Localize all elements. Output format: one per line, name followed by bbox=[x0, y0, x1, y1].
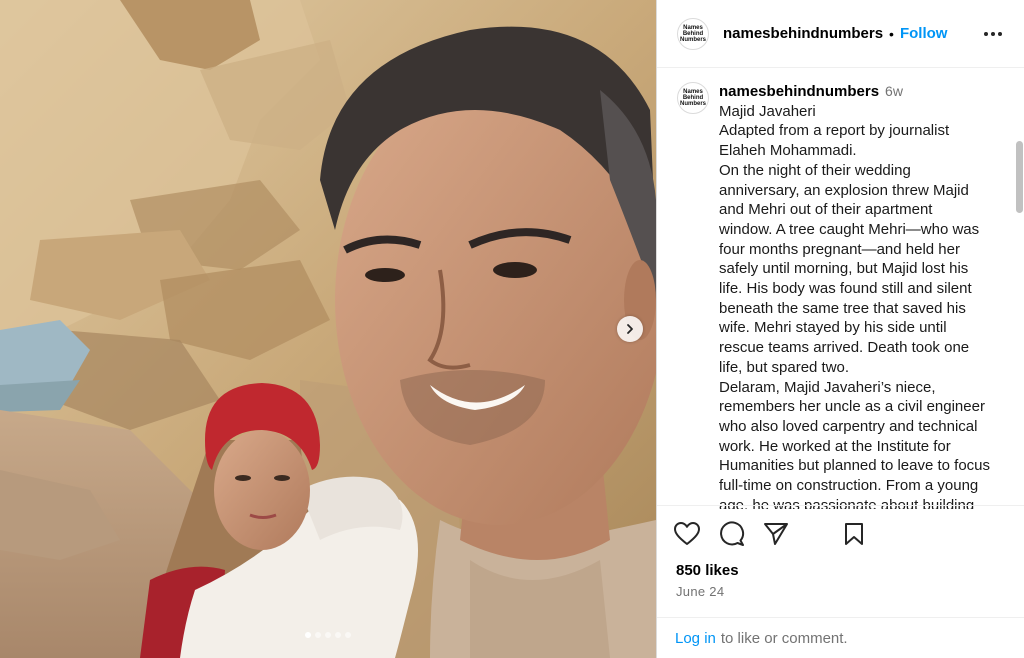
follow-button[interactable]: Follow bbox=[900, 25, 948, 42]
comments-area[interactable]: Names Behind Numbers namesbehindnumbers 6… bbox=[657, 69, 1024, 509]
avatar[interactable]: Names Behind Numbers bbox=[677, 17, 709, 50]
post-photo bbox=[0, 0, 656, 658]
caption-line: Majid Javaheri bbox=[719, 102, 816, 120]
more-options-icon bbox=[984, 32, 1002, 36]
scrollbar[interactable] bbox=[1016, 141, 1023, 213]
carousel-dot bbox=[305, 632, 311, 638]
more-options-button[interactable] bbox=[981, 22, 1005, 46]
login-prompt-text: to like or comment. bbox=[720, 629, 848, 647]
like-button[interactable] bbox=[673, 520, 701, 548]
carousel-dot bbox=[315, 632, 321, 638]
avatar-text: Numbers bbox=[679, 36, 706, 43]
caption-line: Adapted from a report by journalist bbox=[719, 122, 950, 140]
caption-timestamp[interactable]: 6w bbox=[885, 83, 903, 99]
caption-line: On the night of their wedding bbox=[719, 161, 911, 179]
caption-line: who also loved carpentry and technical bbox=[719, 417, 978, 435]
share-icon bbox=[764, 523, 788, 545]
post-date[interactable]: June 24 bbox=[676, 584, 724, 599]
post-caption: Names Behind Numbers namesbehindnumbers 6… bbox=[677, 82, 1017, 509]
avatar-text: Numbers bbox=[679, 101, 706, 107]
post-media[interactable] bbox=[0, 0, 656, 658]
caption-body: namesbehindnumbers 6w Majid Javaheri Adapt… bbox=[719, 82, 1009, 509]
share-button[interactable] bbox=[762, 520, 790, 548]
caption-line: anniversary, an explosion threw Majid bbox=[719, 181, 969, 199]
caption-line: rescue teams arrived. Death took one bbox=[719, 339, 970, 357]
caption-line: four months pregnant—and held her bbox=[719, 240, 960, 258]
next-slide-button[interactable] bbox=[617, 316, 643, 342]
comment-button[interactable] bbox=[718, 520, 746, 548]
caption-line: full-time on construction. From a young bbox=[719, 477, 979, 495]
chevron-right-icon bbox=[627, 324, 633, 334]
caption-line: life, but spared two. bbox=[719, 358, 850, 376]
bookmark-icon bbox=[845, 523, 863, 545]
caption-line: window. A tree caught Mehri—who was bbox=[719, 220, 980, 238]
caption-avatar[interactable]: Names Behind Numbers bbox=[677, 82, 709, 114]
caption-line: work. He worked at the Institute for bbox=[719, 437, 951, 455]
caption-line: Elaheh Mohammadi. bbox=[719, 142, 857, 160]
login-prompt: Log in to like or comment. bbox=[657, 617, 1024, 658]
separator-dot: • bbox=[889, 25, 894, 42]
caption-username[interactable]: namesbehindnumbers bbox=[719, 83, 879, 100]
caption-line: wife. Mehri stayed by his side until bbox=[719, 319, 947, 337]
comment-icon bbox=[720, 521, 745, 546]
caption-line: remembers her uncle as a civil engineer bbox=[719, 398, 985, 416]
action-bar: 850 likes June 24 bbox=[657, 505, 1024, 625]
caption-line: beneath the same tree that saved his bbox=[719, 299, 966, 317]
carousel-dot bbox=[335, 632, 341, 638]
author-username[interactable]: namesbehindnumbers bbox=[723, 25, 883, 42]
caption-line: and Mehri out of their apartment bbox=[719, 201, 933, 219]
caption-line: Delaram, Majid Javaheri’s niece, bbox=[719, 378, 936, 396]
save-button[interactable] bbox=[840, 520, 868, 548]
carousel-indicator bbox=[0, 632, 656, 638]
post-side-panel: Names Behind Numbers namesbehindnumbers … bbox=[656, 0, 1024, 658]
likes-count[interactable]: 850 likes bbox=[676, 562, 739, 579]
caption-line: Humanities but planned to leave to focus bbox=[719, 457, 991, 475]
carousel-dot bbox=[345, 632, 351, 638]
carousel-dot bbox=[325, 632, 331, 638]
post-header: Names Behind Numbers namesbehindnumbers … bbox=[657, 0, 1024, 68]
heart-icon bbox=[674, 522, 700, 545]
caption-line: life. His body was found still and silen… bbox=[719, 280, 972, 298]
caption-line: safely until morning, but Majid lost his bbox=[719, 260, 969, 278]
caption-text: Majid Javaheri Adapted from a report by j… bbox=[719, 102, 1009, 509]
login-link[interactable]: Log in bbox=[675, 630, 716, 647]
